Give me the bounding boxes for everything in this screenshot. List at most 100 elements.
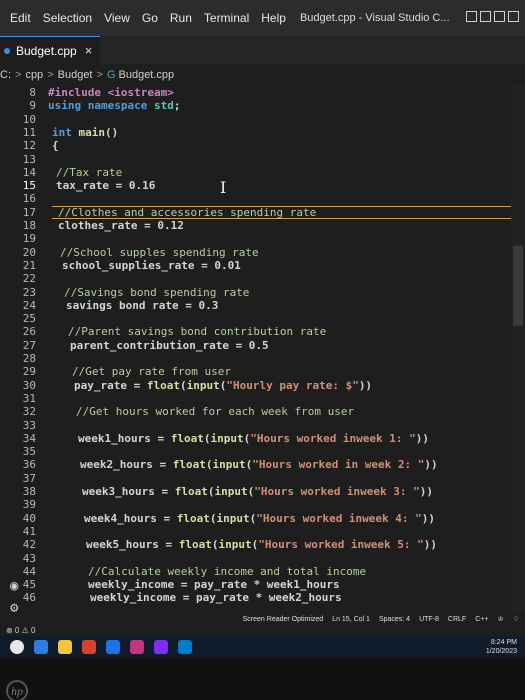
clock-time[interactable]: 8:24 PM	[486, 638, 517, 647]
bell-icon[interactable]: ♢	[513, 615, 519, 623]
chrome-icon[interactable]	[106, 640, 120, 654]
system-tray: 8:24 PM 1/20/2023	[486, 638, 517, 656]
cursor-position[interactable]: Ln 15, Col 1	[332, 616, 370, 623]
code-line[interactable]: 42 week5_hours = float(input("Hours worke…	[0, 538, 510, 551]
menu-help[interactable]: Help	[255, 11, 292, 25]
eol-status[interactable]: CRLF	[448, 616, 466, 623]
code-line[interactable]: 40 week4_hours = float(input("Hours worke…	[0, 512, 510, 525]
clock-date[interactable]: 1/20/2023	[486, 647, 517, 656]
tab-budget-cpp[interactable]: Budget.cpp ×	[0, 36, 101, 64]
layout-controls	[466, 11, 519, 22]
customize-layout-icon[interactable]	[508, 11, 519, 22]
code-text: //Parent savings bond contribution rate	[68, 325, 326, 338]
window-title: Budget.cpp - Visual Studio C...	[299, 12, 450, 24]
code-line[interactable]: 43	[0, 552, 510, 565]
menu-view[interactable]: View	[98, 11, 136, 25]
line-number: 34	[22, 431, 36, 445]
menu-selection[interactable]: Selection	[37, 11, 98, 25]
code-token: input	[210, 431, 244, 445]
code-line[interactable]: 24 savings bond rate = 0.3	[0, 299, 510, 312]
code-line[interactable]: 13	[0, 153, 510, 166]
code-line[interactable]: 16	[0, 192, 510, 205]
line-number: 25	[22, 312, 36, 326]
code-line[interactable]: 11 int main()	[0, 126, 510, 139]
code-text: tax_rate = 0.16	[56, 179, 155, 192]
toggle-secondary-sidebar-icon[interactable]	[494, 11, 505, 22]
code-line[interactable]: 44 //Calculate weekly income and total in…	[0, 565, 510, 578]
breadcrumb-folder-budget[interactable]: Budget	[58, 69, 93, 81]
code-editor[interactable]: 8 #include <iostream> 9 using namespace std…	[0, 86, 510, 624]
code-token: float	[170, 431, 204, 445]
menu-run[interactable]: Run	[164, 11, 198, 25]
code-token: ()	[105, 125, 119, 139]
language-mode[interactable]: C++	[475, 616, 488, 623]
scrollbar-thumb[interactable]	[513, 246, 523, 326]
code-line[interactable]: 37	[0, 472, 510, 485]
code-line[interactable]: 46 weekly_income = pay_rate * week2_hours	[0, 591, 510, 604]
line-number: 11	[22, 125, 36, 139]
toggle-sidebar-icon[interactable]	[466, 11, 477, 22]
code-line[interactable]: 23 //Savings bond spending rate	[0, 286, 510, 299]
problems-status[interactable]: ⊗ 0 ⚠ 0	[6, 626, 35, 635]
code-line[interactable]: 29 //Get pay rate from user	[0, 365, 510, 378]
code-token: {	[52, 139, 59, 153]
line-number: 17	[22, 205, 36, 219]
code-line[interactable]: 22	[0, 272, 510, 285]
code-text: clothes_rate = 0.12	[58, 219, 184, 232]
feedback-icon[interactable]: ♔	[497, 615, 503, 623]
code-line[interactable]: 8 #include <iostream>	[0, 86, 510, 99]
code-line[interactable]: 14 //Tax rate	[0, 166, 510, 179]
office-icon[interactable]	[82, 640, 96, 654]
code-line[interactable]: 38 week3_hours = float(input("Hours worke…	[0, 485, 510, 498]
menu-edit[interactable]: Edit	[4, 11, 37, 25]
search-icon[interactable]	[10, 640, 24, 654]
code-line[interactable]: 18 clothes_rate = 0.12	[0, 219, 510, 232]
line-number: 36	[22, 458, 36, 472]
code-line[interactable]: 45 weekly_income = pay_rate * week1_hours	[0, 578, 510, 591]
line-number: 33	[22, 418, 36, 432]
indentation-status[interactable]: Spaces: 4	[379, 616, 410, 623]
app-icon[interactable]	[154, 640, 168, 654]
breadcrumb-drive[interactable]: C:	[0, 69, 11, 81]
vscode-icon[interactable]	[178, 640, 192, 654]
accounts-icon[interactable]: ◉	[10, 578, 18, 594]
hp-logo: hp	[6, 680, 28, 700]
vertical-scrollbar[interactable]	[511, 86, 525, 624]
code-line[interactable]: 21 school_supplies_rate = 0.01	[0, 259, 510, 272]
screen-reader-status[interactable]: Screen Reader Optimized	[243, 616, 324, 623]
code-line[interactable]: 31	[0, 392, 510, 405]
code-line[interactable]: 9 using namespace std;	[0, 99, 510, 112]
breadcrumb: C: > cpp > Budget > G Budget.cpp	[0, 64, 525, 86]
menu-go[interactable]: Go	[136, 11, 164, 25]
app-icon[interactable]	[130, 640, 144, 654]
breadcrumb-folder-cpp[interactable]: cpp	[25, 69, 43, 81]
line-number: 39	[22, 498, 36, 512]
file-explorer-icon[interactable]	[58, 640, 72, 654]
code-line[interactable]: 39	[0, 498, 510, 511]
code-line[interactable]: 35	[0, 445, 510, 458]
code-line[interactable]: 27 parent_contribution_rate = 0.5	[0, 339, 510, 352]
close-icon[interactable]: ×	[85, 43, 93, 58]
breadcrumb-file[interactable]: Budget.cpp	[119, 69, 175, 81]
toggle-panel-icon[interactable]	[480, 11, 491, 22]
menu-terminal[interactable]: Terminal	[198, 11, 255, 25]
code-line[interactable]: 12 {	[0, 139, 510, 152]
code-token: namespace	[87, 99, 154, 113]
code-line[interactable]: 32 //Get hours worked for each week from …	[0, 405, 510, 418]
code-line[interactable]: 19	[0, 232, 510, 245]
encoding-status[interactable]: UTF-8	[419, 616, 439, 623]
code-line[interactable]: 15 tax_rate = 0.16	[0, 179, 510, 192]
code-line[interactable]: 36 week2_hours = float(input("Hours worke…	[0, 458, 510, 471]
code-line[interactable]: 25	[0, 312, 510, 325]
code-line[interactable]: 41	[0, 525, 510, 538]
code-line[interactable]: 26 //Parent savings bond contribution rat…	[0, 325, 510, 338]
code-text: savings bond rate = 0.3	[66, 299, 218, 312]
code-line[interactable]: 28	[0, 352, 510, 365]
code-line[interactable]: 30 pay_rate = float(input("Hourly pay rat…	[0, 379, 510, 392]
code-token: float	[172, 458, 206, 472]
edge-icon[interactable]	[34, 640, 48, 654]
code-line[interactable]: 20 //School supples spending rate	[0, 246, 510, 259]
code-line[interactable]: 10	[0, 113, 510, 126]
code-line[interactable]: 34 week1_hours = float(input("Hours worke…	[0, 432, 510, 445]
code-line[interactable]: 33	[0, 419, 510, 432]
